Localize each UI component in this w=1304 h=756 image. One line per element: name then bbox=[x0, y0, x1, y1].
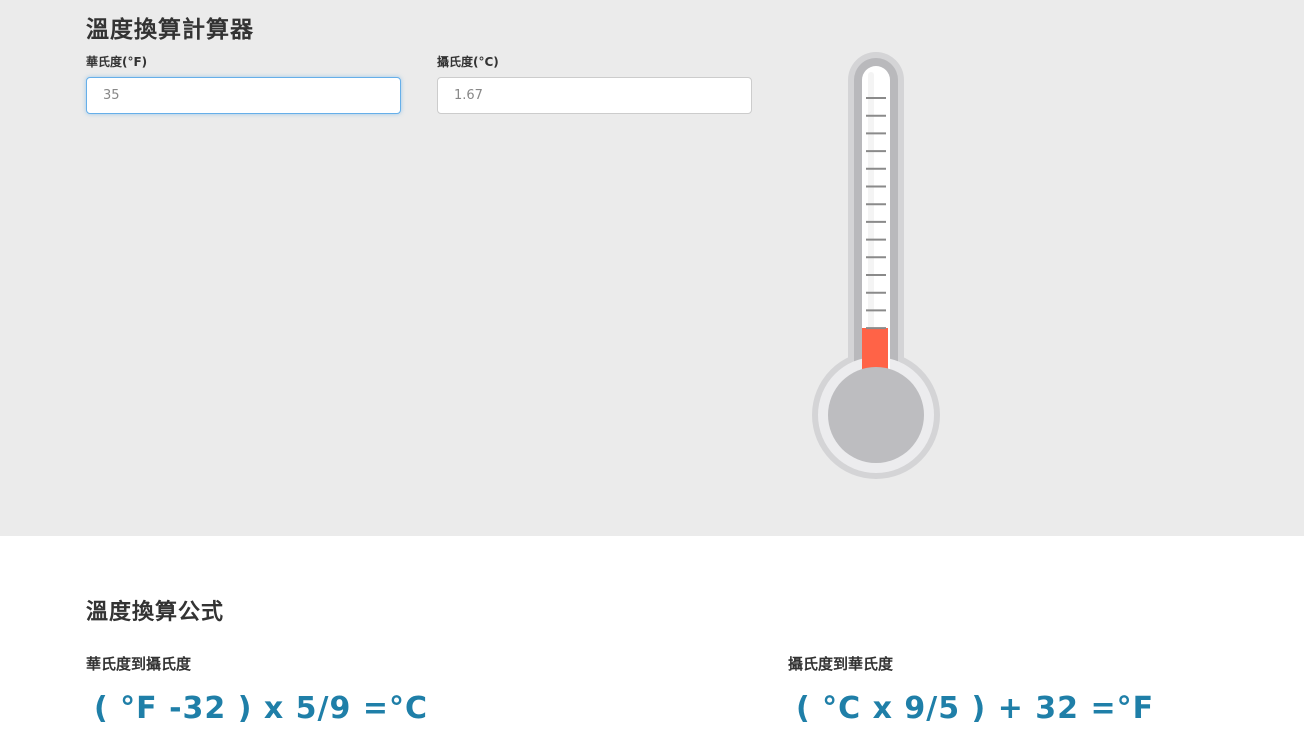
formula-panel: 溫度換算公式 華氏度到攝氏度 ( °F -32 ) x 5/9 =°C 攝氏度到… bbox=[0, 536, 1304, 756]
celsius-input[interactable] bbox=[437, 77, 752, 114]
formula-title: 溫度換算公式 bbox=[86, 600, 225, 625]
c-to-f-formula: ( °C x 9/5 ) + 32 =°F bbox=[796, 691, 1155, 726]
thermometer-bulb bbox=[828, 367, 924, 463]
celsius-label: 攝氏度(°C) bbox=[437, 55, 499, 69]
f-to-c-formula: ( °F -32 ) x 5/9 =°C bbox=[94, 691, 428, 726]
calculator-panel: 溫度換算計算器 華氏度(°F) 攝氏度(°C) bbox=[0, 0, 1304, 536]
thermometer-graphic bbox=[812, 52, 940, 479]
f-to-c-label: 華氏度到攝氏度 bbox=[86, 655, 192, 673]
calculator-title: 溫度換算計算器 bbox=[86, 17, 254, 43]
mercury-level bbox=[862, 328, 888, 372]
fahrenheit-label: 華氏度(°F) bbox=[86, 55, 148, 69]
c-to-f-label: 攝氏度到華氏度 bbox=[788, 655, 894, 673]
fahrenheit-input[interactable] bbox=[86, 77, 401, 114]
